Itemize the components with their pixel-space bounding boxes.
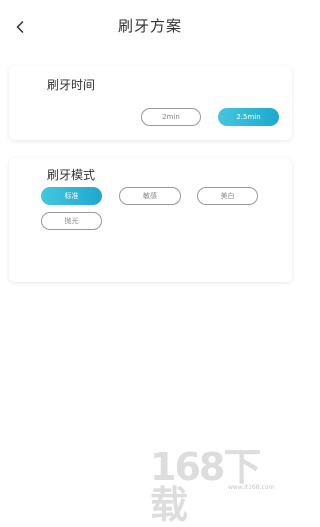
mode-option-polish[interactable]: 抛光	[41, 212, 102, 230]
header: 刷牙方案	[0, 0, 300, 52]
mode-option-whitening[interactable]: 美白	[197, 187, 258, 205]
watermark: 168下载 www.it168.com	[150, 448, 295, 524]
time-option-2-5min[interactable]: 2.5min	[218, 108, 279, 126]
brush-time-title: 刷牙时间	[47, 78, 96, 92]
mode-option-standard[interactable]: 标准	[41, 187, 102, 205]
watermark-text: 168下载	[150, 445, 261, 527]
mode-option-sensitive[interactable]: 敏感	[119, 187, 181, 205]
watermark-url: www.it168.com	[228, 484, 275, 491]
page-title: 刷牙方案	[117, 17, 182, 35]
brush-mode-title: 刷牙模式	[47, 168, 96, 182]
brush-mode-card: 刷牙模式 标准 敏感 美白 抛光	[9, 158, 292, 282]
time-option-2min[interactable]: 2min	[141, 108, 201, 126]
brush-time-card: 刷牙时间 2min 2.5min	[9, 66, 292, 140]
